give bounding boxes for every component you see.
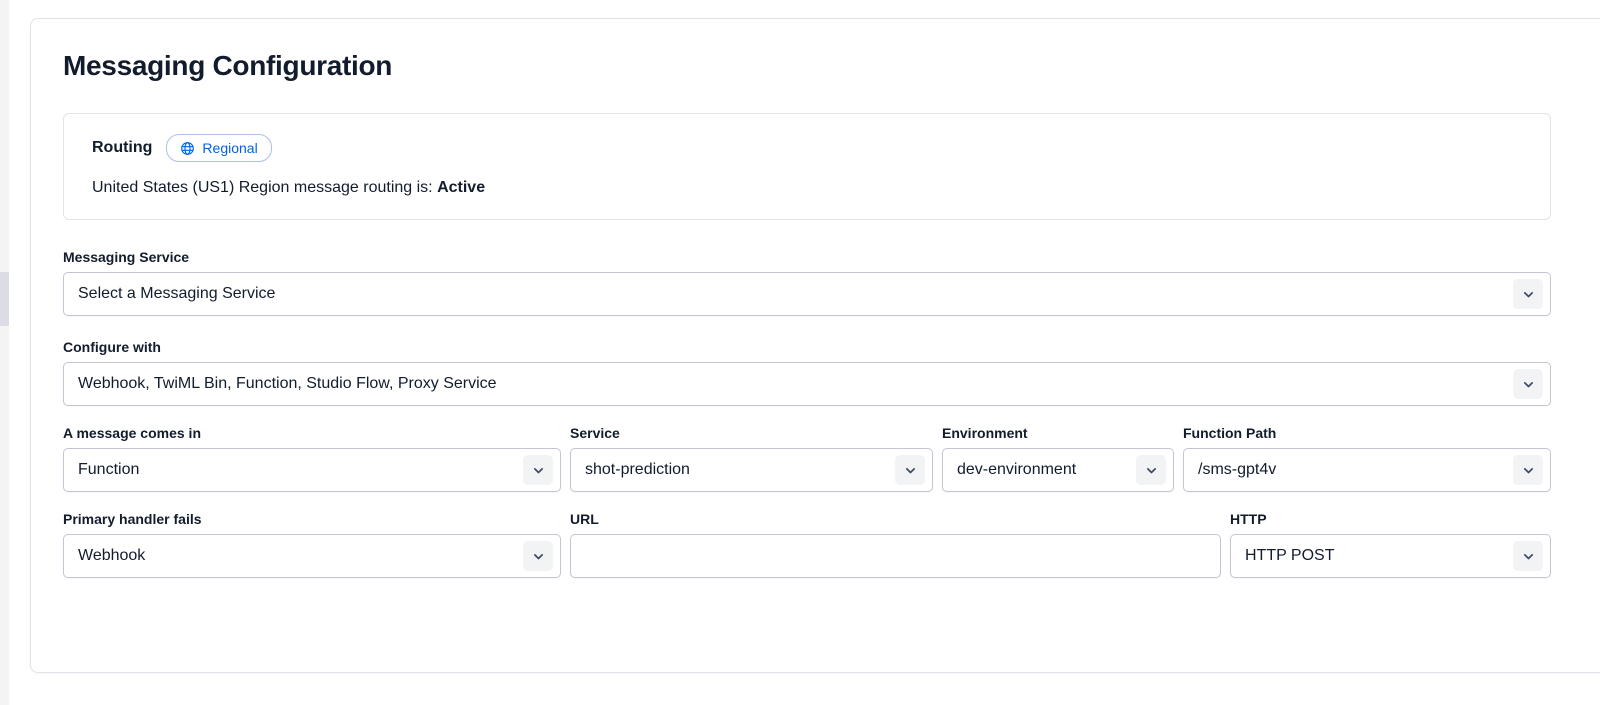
routing-region-badge: Regional	[166, 134, 271, 162]
routing-status-value: Active	[437, 179, 485, 196]
environment-group: Environment dev-environment	[942, 424, 1174, 492]
messaging-service-select[interactable]: Select a Messaging Service	[63, 272, 1551, 316]
handler-row: A message comes in Function Service shot…	[63, 424, 1597, 492]
configure-with-group: Configure with Webhook, TwiML Bin, Funct…	[63, 338, 1597, 406]
chevron-down-icon[interactable]	[523, 541, 553, 571]
function-path-select[interactable]: /sms-gpt4v	[1183, 448, 1551, 492]
http-group: HTTP HTTP POST	[1230, 510, 1551, 578]
message-comes-in-value: Function	[64, 461, 523, 479]
http-method-select[interactable]: HTTP POST	[1230, 534, 1551, 578]
environment-value: dev-environment	[943, 461, 1136, 479]
http-method-value: HTTP POST	[1231, 547, 1513, 565]
messaging-configuration-card: Messaging Configuration Routing Regional	[30, 18, 1600, 673]
primary-handler-fails-label: Primary handler fails	[63, 510, 561, 528]
environment-select[interactable]: dev-environment	[942, 448, 1174, 492]
configure-with-select[interactable]: Webhook, TwiML Bin, Function, Studio Flo…	[63, 362, 1551, 406]
chevron-down-icon[interactable]	[1513, 455, 1543, 485]
chevron-down-icon[interactable]	[1136, 455, 1166, 485]
message-comes-in-label: A message comes in	[63, 424, 561, 442]
routing-status-text: United States (US1) Region message routi…	[92, 179, 433, 196]
routing-label: Routing	[92, 139, 152, 157]
primary-handler-fails-select[interactable]: Webhook	[63, 534, 561, 578]
routing-header: Routing Regional	[92, 134, 1522, 162]
chevron-down-icon[interactable]	[523, 455, 553, 485]
routing-panel: Routing Regional United States (US1) Reg…	[63, 113, 1551, 220]
primary-handler-fails-group: Primary handler fails Webhook	[63, 510, 561, 578]
chevron-down-icon[interactable]	[1513, 369, 1543, 399]
chevron-down-icon[interactable]	[1513, 541, 1543, 571]
messaging-service-label: Messaging Service	[63, 248, 1597, 266]
url-label: URL	[570, 510, 1221, 528]
globe-icon	[180, 141, 195, 156]
fallback-row: Primary handler fails Webhook URL HTTP	[63, 510, 1597, 578]
routing-badge-label: Regional	[202, 141, 257, 155]
service-label: Service	[570, 424, 933, 442]
configure-with-label: Configure with	[63, 338, 1597, 356]
function-path-value: /sms-gpt4v	[1184, 461, 1513, 479]
function-path-group: Function Path /sms-gpt4v	[1183, 424, 1551, 492]
configure-with-value: Webhook, TwiML Bin, Function, Studio Flo…	[64, 375, 1513, 393]
url-input[interactable]	[570, 534, 1221, 578]
messaging-service-value: Select a Messaging Service	[64, 285, 1513, 303]
primary-handler-fails-value: Webhook	[64, 547, 523, 565]
environment-label: Environment	[942, 424, 1174, 442]
function-path-label: Function Path	[1183, 424, 1551, 442]
page-scrollbar-thumb[interactable]	[0, 272, 9, 326]
chevron-down-icon[interactable]	[895, 455, 925, 485]
url-group: URL	[570, 510, 1221, 578]
message-comes-in-select[interactable]: Function	[63, 448, 561, 492]
page-title: Messaging Configuration	[63, 49, 1597, 83]
message-comes-in-group: A message comes in Function	[63, 424, 561, 492]
service-value: shot-prediction	[571, 461, 895, 479]
service-group: Service shot-prediction	[570, 424, 933, 492]
chevron-down-icon[interactable]	[1513, 279, 1543, 309]
http-label: HTTP	[1230, 510, 1551, 528]
messaging-service-group: Messaging Service Select a Messaging Ser…	[63, 248, 1597, 316]
service-select[interactable]: shot-prediction	[570, 448, 933, 492]
page-scrollbar[interactable]	[0, 0, 9, 705]
routing-status: United States (US1) Region message routi…	[92, 179, 1522, 197]
